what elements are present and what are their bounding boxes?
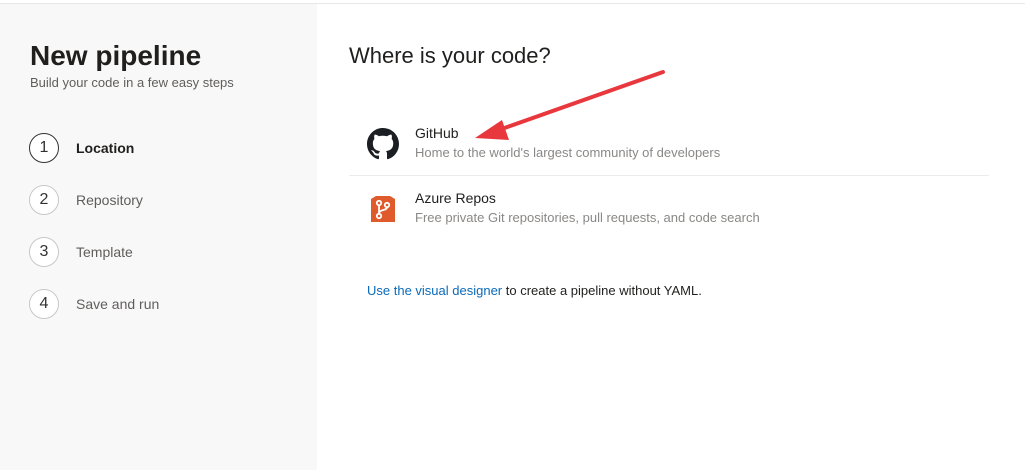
step-label: Template xyxy=(76,244,133,260)
step-number-circle: 2 xyxy=(29,185,59,215)
step-number-circle: 1 xyxy=(29,133,59,163)
step-template[interactable]: 3 Template xyxy=(29,236,133,268)
source-divider xyxy=(349,175,989,176)
azure-repos-icon xyxy=(371,196,395,222)
main-heading: Where is your code? xyxy=(349,43,551,68)
step-label: Location xyxy=(76,140,135,156)
source-description: Home to the world's largest community of… xyxy=(415,145,721,160)
source-github[interactable]: GitHub Home to the world's largest commu… xyxy=(349,115,989,175)
visual-designer-link[interactable]: Use the visual designer xyxy=(367,283,502,298)
steps-sidebar: New pipeline Build your code in a few ea… xyxy=(0,4,317,470)
source-description: Free private Git repositories, pull requ… xyxy=(415,210,760,225)
github-icon xyxy=(367,128,399,160)
step-repository[interactable]: 2 Repository xyxy=(29,184,143,216)
step-number-circle: 3 xyxy=(29,237,59,267)
step-label: Save and run xyxy=(76,296,160,312)
step-label: Repository xyxy=(76,192,143,208)
source-name: Azure Repos xyxy=(415,190,496,206)
step-save-and-run[interactable]: 4 Save and run xyxy=(29,288,159,320)
page-subtitle: Build your code in a few easy steps xyxy=(30,75,234,90)
step-number-circle: 4 xyxy=(29,289,59,319)
source-name: GitHub xyxy=(415,125,459,141)
visual-designer-suffix: to create a pipeline without YAML. xyxy=(502,283,702,298)
visual-designer-text: Use the visual designer to create a pipe… xyxy=(367,283,702,298)
source-azure-repos[interactable]: Azure Repos Free private Git repositorie… xyxy=(349,180,989,240)
page-title: New pipeline xyxy=(30,40,202,71)
step-location[interactable]: 1 Location xyxy=(29,132,134,164)
